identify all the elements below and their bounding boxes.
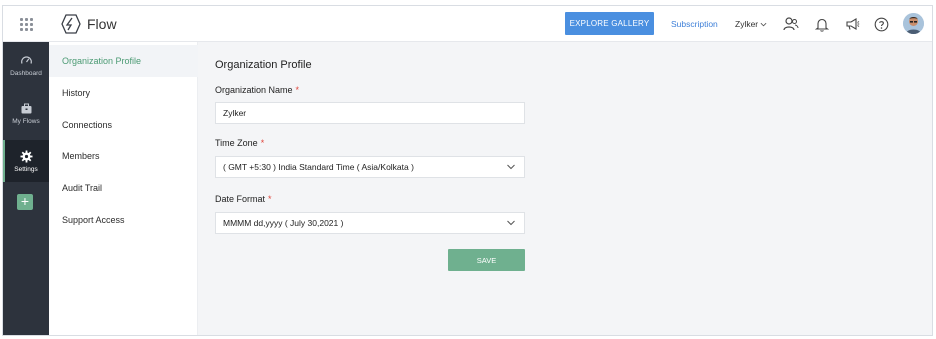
- app-window: Flow EXPLORE GALLERY Subscription Zylker…: [2, 5, 933, 336]
- required-mark: *: [295, 85, 300, 95]
- rail-item-label: My Flows: [12, 117, 40, 125]
- timezone-value: ( GMT +5:30 ) India Standard Time ( Asia…: [223, 162, 414, 172]
- gear-icon: [20, 150, 32, 162]
- timezone-label-text: Time Zone: [215, 138, 258, 148]
- timezone-label: Time Zone *: [215, 138, 264, 148]
- org-name-label-text: Organization Name: [215, 85, 293, 95]
- subnav-item-members[interactable]: Members: [49, 140, 198, 172]
- subnav-item-history[interactable]: History: [49, 77, 198, 109]
- subscription-link[interactable]: Subscription: [671, 19, 718, 29]
- plus-icon[interactable]: +: [17, 194, 33, 210]
- org-name-value: Zylker: [223, 108, 247, 118]
- org-switcher[interactable]: Zylker: [735, 19, 767, 29]
- app-logo[interactable]: Flow: [59, 12, 117, 36]
- page-title: Organization Profile: [215, 59, 312, 71]
- briefcase-icon: [21, 103, 31, 113]
- rail-item-label: Settings: [14, 165, 38, 173]
- help-icon[interactable]: [872, 15, 890, 33]
- dashboard-icon: [20, 56, 32, 64]
- subnav-item-audit-trail[interactable]: Audit Trail: [49, 172, 198, 204]
- timezone-select[interactable]: ( GMT +5:30 ) India Standard Time ( Asia…: [215, 156, 525, 178]
- rail-item-dashboard[interactable]: Dashboard: [3, 44, 49, 86]
- subnav-item-support-access[interactable]: Support Access: [49, 204, 198, 236]
- megaphone-icon[interactable]: [843, 15, 861, 33]
- bell-icon[interactable]: [813, 15, 831, 33]
- rail-item-my-flows[interactable]: My Flows: [3, 92, 49, 134]
- org-name-input[interactable]: Zylker: [215, 102, 525, 124]
- users-icon[interactable]: [782, 15, 800, 33]
- date-format-select[interactable]: MMMM dd,yyyy ( July 30,2021 ): [215, 212, 525, 234]
- chevron-down-icon: [507, 220, 515, 226]
- date-format-label-text: Date Format: [215, 194, 266, 204]
- main-content: Organization Profile Organization Name * …: [198, 42, 932, 335]
- apps-grid-icon[interactable]: [3, 6, 49, 42]
- required-mark: *: [268, 194, 272, 204]
- explore-gallery-button[interactable]: EXPLORE GALLERY: [565, 12, 654, 35]
- date-format-value: MMMM dd,yyyy ( July 30,2021 ): [223, 218, 344, 228]
- flow-logo-icon: [61, 14, 81, 34]
- chevron-down-icon: [507, 164, 515, 170]
- top-bar: Flow EXPLORE GALLERY Subscription Zylker: [3, 6, 932, 42]
- required-mark: *: [260, 138, 265, 148]
- subnav-item-organization-profile[interactable]: Organization Profile: [49, 45, 198, 77]
- rail-item-settings[interactable]: Settings: [3, 140, 49, 182]
- left-rail: Dashboard My Flows Settings +: [3, 42, 49, 335]
- avatar[interactable]: [903, 13, 924, 34]
- save-button[interactable]: SAVE: [448, 249, 525, 271]
- rail-item-label: Dashboard: [10, 69, 42, 77]
- date-format-label: Date Format *: [215, 194, 272, 204]
- chevron-down-icon: [760, 22, 767, 26]
- org-name: Zylker: [735, 19, 759, 29]
- subnav-item-connections[interactable]: Connections: [49, 109, 198, 141]
- app-name: Flow: [87, 16, 117, 32]
- settings-subnav: Organization Profile History Connections…: [49, 42, 198, 335]
- org-name-label: Organization Name *: [215, 85, 299, 95]
